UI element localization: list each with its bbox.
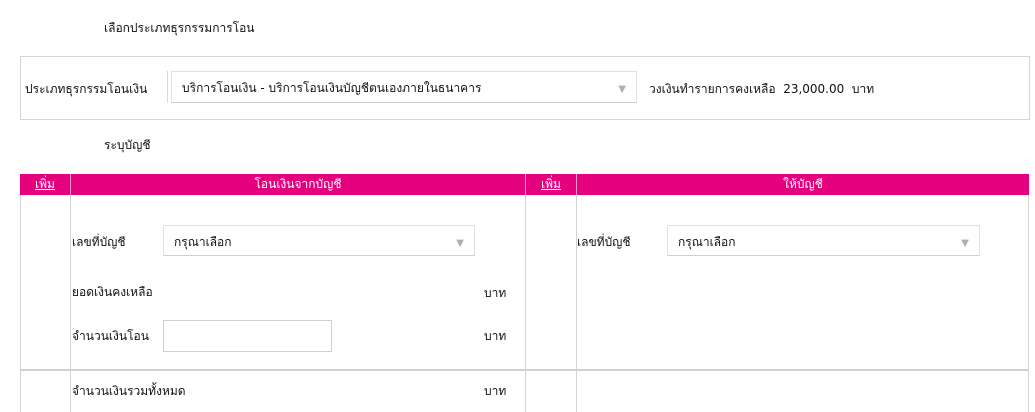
- specify-account-heading: ระบุบัญชี: [104, 138, 151, 152]
- header-divider: [576, 174, 577, 195]
- transaction-type-label: ประเภทธุรกรรมโอนเงิน: [25, 82, 148, 96]
- from-add-cell: เพิ่ม: [20, 174, 70, 195]
- from-account-header: โอนเงินจากบัญชี: [71, 174, 525, 195]
- to-add-cell: เพิ่ม: [526, 174, 576, 195]
- remaining-limit-value: 23,000.00: [783, 82, 845, 96]
- transfer-amount-label: จำนวนเงินโอน: [72, 329, 149, 343]
- chevron-down-icon: ▼: [456, 238, 464, 249]
- remaining-limit: วงเงินทำรายการคงเหลือ 23,000.00 บาท: [649, 80, 874, 99]
- to-account-number-label: เลขที่บัญชี: [577, 235, 631, 249]
- total-amount-label: จำนวนเงินรวมทั้งหมด: [72, 384, 186, 398]
- table-border: [525, 195, 526, 412]
- total-amount-unit: บาท: [484, 384, 507, 398]
- transaction-type-select[interactable]: บริการโอนเงิน - บริการโอนเงินบัญชีตนเองภ…: [171, 71, 637, 103]
- table-border-right: [1028, 174, 1029, 412]
- remaining-limit-unit: บาท: [851, 82, 875, 96]
- remaining-limit-text: วงเงินทำรายการคงเหลือ: [649, 82, 776, 96]
- select-transfer-type-heading: เลือกประเภทธุรกรรมการโอน: [104, 21, 255, 35]
- table-border: [70, 195, 71, 412]
- to-add-link[interactable]: เพิ่ม: [541, 177, 561, 191]
- to-account-select[interactable]: กรุณาเลือก ▼: [667, 225, 980, 256]
- to-account-header: ให้บัญชี: [577, 174, 1029, 195]
- from-account-number-label: เลขที่บัญชี: [72, 235, 126, 249]
- divider: [167, 71, 168, 103]
- chevron-down-icon: ▼: [618, 84, 626, 95]
- header-divider: [525, 174, 526, 195]
- transfer-amount-unit: บาท: [484, 329, 507, 343]
- to-account-placeholder: กรุณาเลือก: [678, 235, 736, 249]
- table-border: [576, 195, 577, 412]
- header-divider: [70, 174, 71, 195]
- table-border-left: [20, 174, 21, 412]
- balance-unit: บาท: [484, 286, 507, 300]
- table-row-divider: [20, 369, 1029, 371]
- transaction-type-selected: บริการโอนเงิน - บริการโอนเงินบัญชีตนเองภ…: [182, 81, 482, 95]
- from-account-select[interactable]: กรุณาเลือก ▼: [163, 225, 475, 256]
- balance-label: ยอดเงินคงเหลือ: [72, 285, 153, 299]
- transfer-amount-input[interactable]: [163, 320, 332, 352]
- from-add-link[interactable]: เพิ่ม: [35, 177, 55, 191]
- from-account-placeholder: กรุณาเลือก: [174, 235, 232, 249]
- transaction-type-panel: ประเภทธุรกรรมโอนเงิน บริการโอนเงิน - บริ…: [20, 56, 1030, 120]
- chevron-down-icon: ▼: [961, 238, 969, 249]
